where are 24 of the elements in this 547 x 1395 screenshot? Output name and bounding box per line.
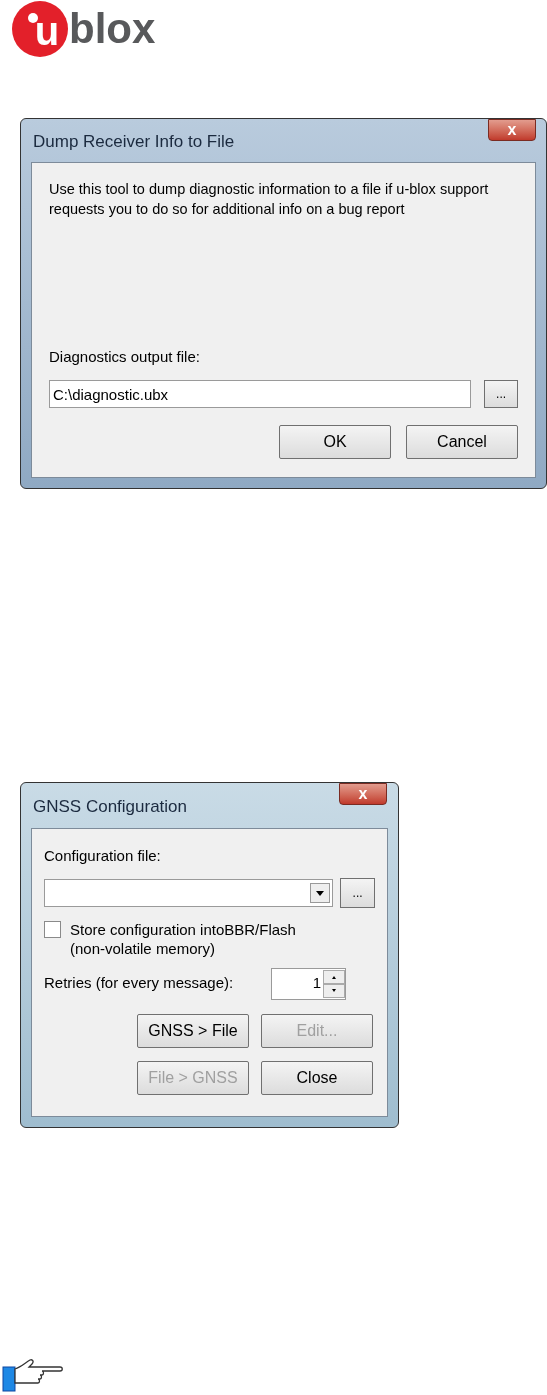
field-label: Configuration file: <box>44 846 162 866</box>
checkbox-sublabel: (non-volatile memory) <box>70 938 217 958</box>
configuration-file-dropdown[interactable] <box>44 878 334 907</box>
browse-button[interactable]: ... <box>340 877 375 908</box>
window-x-button[interactable]: x <box>339 783 387 805</box>
retries-spinner[interactable]: 1 <box>271 967 346 1000</box>
field-label: Retries (for every message): <box>44 973 234 994</box>
logo-mark: u <box>12 1 68 57</box>
spin-arrows-icon <box>323 969 345 998</box>
window-title: GNSS Configuration <box>33 796 188 818</box>
field-label: Diagnostics output file: <box>49 346 201 367</box>
dialog-button[interactable]: GNSS > File <box>137 1013 249 1048</box>
window-x-button[interactable]: x <box>488 119 536 141</box>
logo-word: blox <box>69 8 156 50</box>
dialog-button[interactable]: Cancel <box>406 425 518 459</box>
checkbox-label: Store configuration intoBBR/Flash <box>70 919 296 939</box>
pointing-hand-icon <box>2 1359 64 1393</box>
dialog-button[interactable]: Close <box>261 1060 373 1095</box>
dialog-button[interactable]: OK <box>279 425 391 459</box>
checkbox[interactable] <box>44 920 61 938</box>
description-text: Use this tool to dump diagnostic information to a file if u-blox support requests you to do so for additional info on a bug report <box>49 180 490 219</box>
output-file-field[interactable]: C:\diagnostic.ubx <box>49 380 472 408</box>
browse-button[interactable]: ... <box>484 380 518 408</box>
window-title: Dump Receiver Info to File <box>33 131 235 153</box>
